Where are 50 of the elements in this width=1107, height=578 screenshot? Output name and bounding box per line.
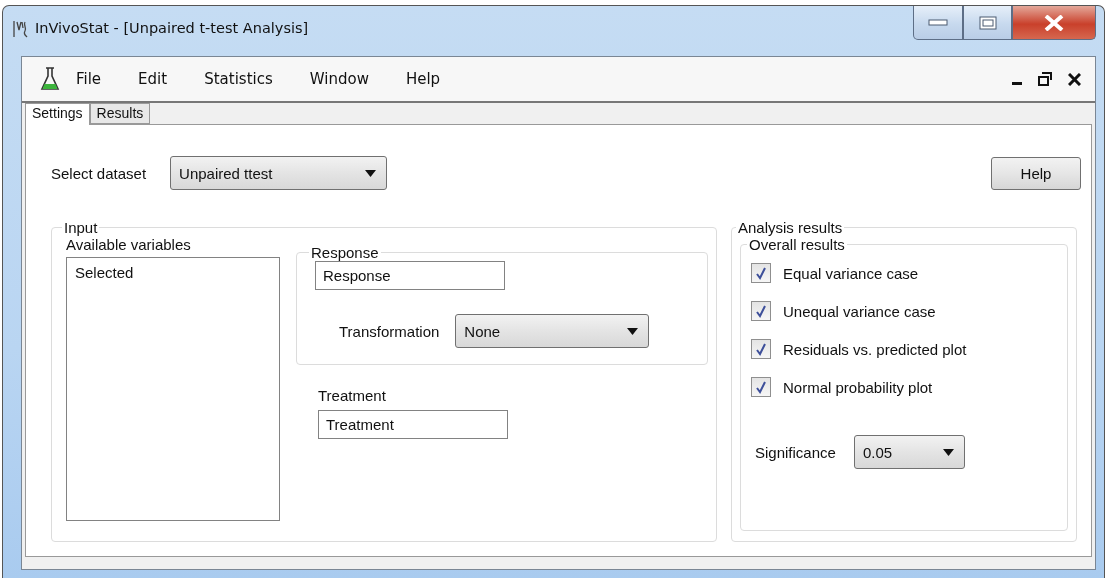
caret-icon <box>942 448 954 456</box>
check-icon <box>755 380 767 394</box>
list-item[interactable]: Selected <box>75 264 271 281</box>
dataset-dropdown[interactable]: Unpaired ttest <box>170 156 388 190</box>
tab[interactable]: Results <box>89 103 151 124</box>
check-icon <box>755 304 767 318</box>
checkbox[interactable] <box>751 377 771 397</box>
tab[interactable]: Settings <box>25 103 90 125</box>
checkbox[interactable] <box>751 263 771 283</box>
caret-icon <box>627 327 639 335</box>
maximize-icon <box>978 15 997 30</box>
close-button[interactable] <box>1012 6 1096 40</box>
check-icon <box>755 266 767 280</box>
menu-item[interactable]: Help <box>405 70 441 88</box>
check-icon <box>755 342 767 356</box>
available-label: Available variables <box>66 236 192 253</box>
close-icon <box>1043 14 1065 31</box>
app-icon <box>13 20 29 38</box>
checkbox-label: Equal variance case <box>783 264 919 282</box>
response-field[interactable]: Response <box>315 261 505 290</box>
checkbox[interactable] <box>751 301 771 321</box>
maximize-button[interactable] <box>963 6 1012 40</box>
group-title: Response <box>310 244 380 261</box>
close-icon[interactable] <box>1068 72 1081 86</box>
restore-icon[interactable] <box>1038 72 1052 86</box>
transformation-label: Transformation <box>339 322 440 340</box>
help-button[interactable]: Help <box>991 156 1081 190</box>
significance-label: Significance <box>755 443 836 461</box>
treatment-label: Treatment <box>318 387 387 404</box>
menu-item[interactable]: Statistics <box>204 70 273 88</box>
treatment-field[interactable]: Treatment <box>318 410 508 439</box>
significance-dropdown[interactable]: 0.05 <box>853 435 965 469</box>
checkbox[interactable] <box>751 339 771 359</box>
minimize-icon <box>928 18 948 27</box>
dataset-label: Select dataset <box>51 164 147 182</box>
menu-item[interactable]: File <box>76 70 102 88</box>
transformation-dropdown[interactable]: None <box>455 314 650 348</box>
checkbox-label: Residuals vs. predicted plot <box>783 340 967 358</box>
variables-list[interactable]: Selected <box>66 257 280 521</box>
group-title: Analysis results <box>737 219 844 236</box>
group-title: Input <box>63 219 99 236</box>
group-title: Overall results <box>748 236 846 253</box>
menu-item[interactable]: Edit <box>138 70 168 88</box>
menu-item[interactable]: Window <box>309 70 369 88</box>
window-title: InVivoStat - [Unpaired t-test Analysis] <box>35 20 309 36</box>
minimize-button[interactable] <box>913 6 963 40</box>
checkbox-label: Unequal variance case <box>783 302 936 320</box>
flask-icon[interactable] <box>40 66 60 92</box>
caret-icon <box>365 169 377 177</box>
checkbox-label: Normal probability plot <box>783 378 933 396</box>
